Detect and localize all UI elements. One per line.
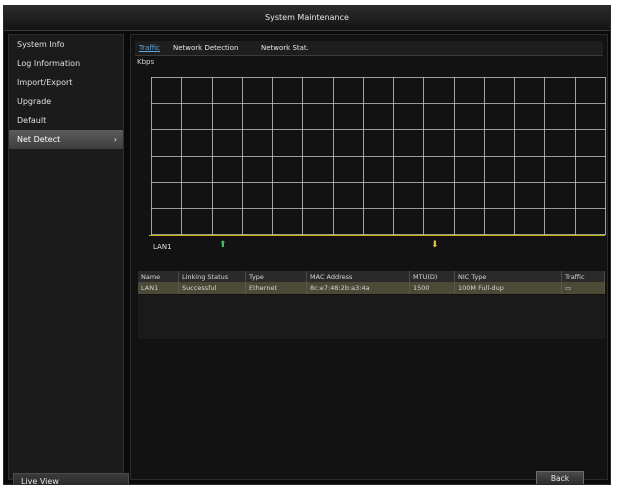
sidebar-item-net-detect[interactable]: Net Detect › (9, 130, 123, 149)
table-empty-area (138, 295, 605, 339)
back-button[interactable]: Back (536, 471, 584, 484)
table-header-row: Name Linking Status Type MAC Address MTU… (138, 271, 605, 282)
traffic-graph (151, 77, 606, 235)
cell-nic-type: 100M Full-dup (454, 282, 562, 294)
column-header-type[interactable]: Type (245, 271, 307, 282)
column-header-linking-status[interactable]: Linking Status (178, 271, 246, 282)
main-panel: Traffic Network Detection Network Stat. … (130, 34, 608, 480)
cell-mac-address: 8c:e7:48:2b:a3:4a (306, 282, 410, 294)
sidebar-item-log-information[interactable]: Log Information (9, 54, 123, 73)
tab-bar: Traffic Network Detection Network Stat. (135, 41, 603, 56)
download-arrow-icon: ⬇ (431, 240, 439, 250)
graph-baseline (149, 235, 605, 236)
cell-type: Ethernet (245, 282, 307, 294)
table-row[interactable]: LAN1 Successful Ethernet 8c:e7:48:2b:a3:… (138, 282, 605, 294)
traffic-graph-icon[interactable]: ▭ (561, 282, 605, 294)
tab-network-stat[interactable]: Network Stat. (261, 41, 309, 55)
sidebar-item-import-export[interactable]: Import/Export (9, 73, 123, 92)
live-view-button[interactable]: Live View (13, 473, 129, 484)
unit-label: Kbps (137, 58, 155, 66)
sidebar-item-upgrade[interactable]: Upgrade (9, 92, 123, 111)
column-header-name[interactable]: Name (138, 271, 179, 282)
column-header-mac-address[interactable]: MAC Address (306, 271, 410, 282)
sidebar-item-default[interactable]: Default (9, 111, 123, 130)
cell-mtu: 1500 (409, 282, 455, 294)
cell-linking-status: Successful (178, 282, 246, 294)
chevron-right-icon: › (113, 135, 117, 144)
sidebar-item-label: Net Detect (17, 135, 61, 144)
tab-network-detection[interactable]: Network Detection (173, 41, 238, 55)
window-title: System Maintenance (4, 6, 610, 31)
column-header-traffic[interactable]: Traffic (561, 271, 605, 282)
cell-name: LAN1 (138, 282, 179, 294)
column-header-nic-type[interactable]: NIC Type (454, 271, 562, 282)
system-maintenance-window: System Maintenance System Info Log Infor… (3, 5, 611, 485)
nic-table: Name Linking Status Type MAC Address MTU… (138, 271, 605, 294)
upload-arrow-icon: ⬆ (219, 240, 227, 250)
sidebar-item-system-info[interactable]: System Info (9, 35, 123, 54)
sidebar: System Info Log Information Import/Expor… (8, 34, 129, 484)
lan-label: LAN1 (153, 243, 172, 251)
column-header-mtu[interactable]: MTU(D) (409, 271, 455, 282)
tab-traffic[interactable]: Traffic (139, 41, 160, 55)
